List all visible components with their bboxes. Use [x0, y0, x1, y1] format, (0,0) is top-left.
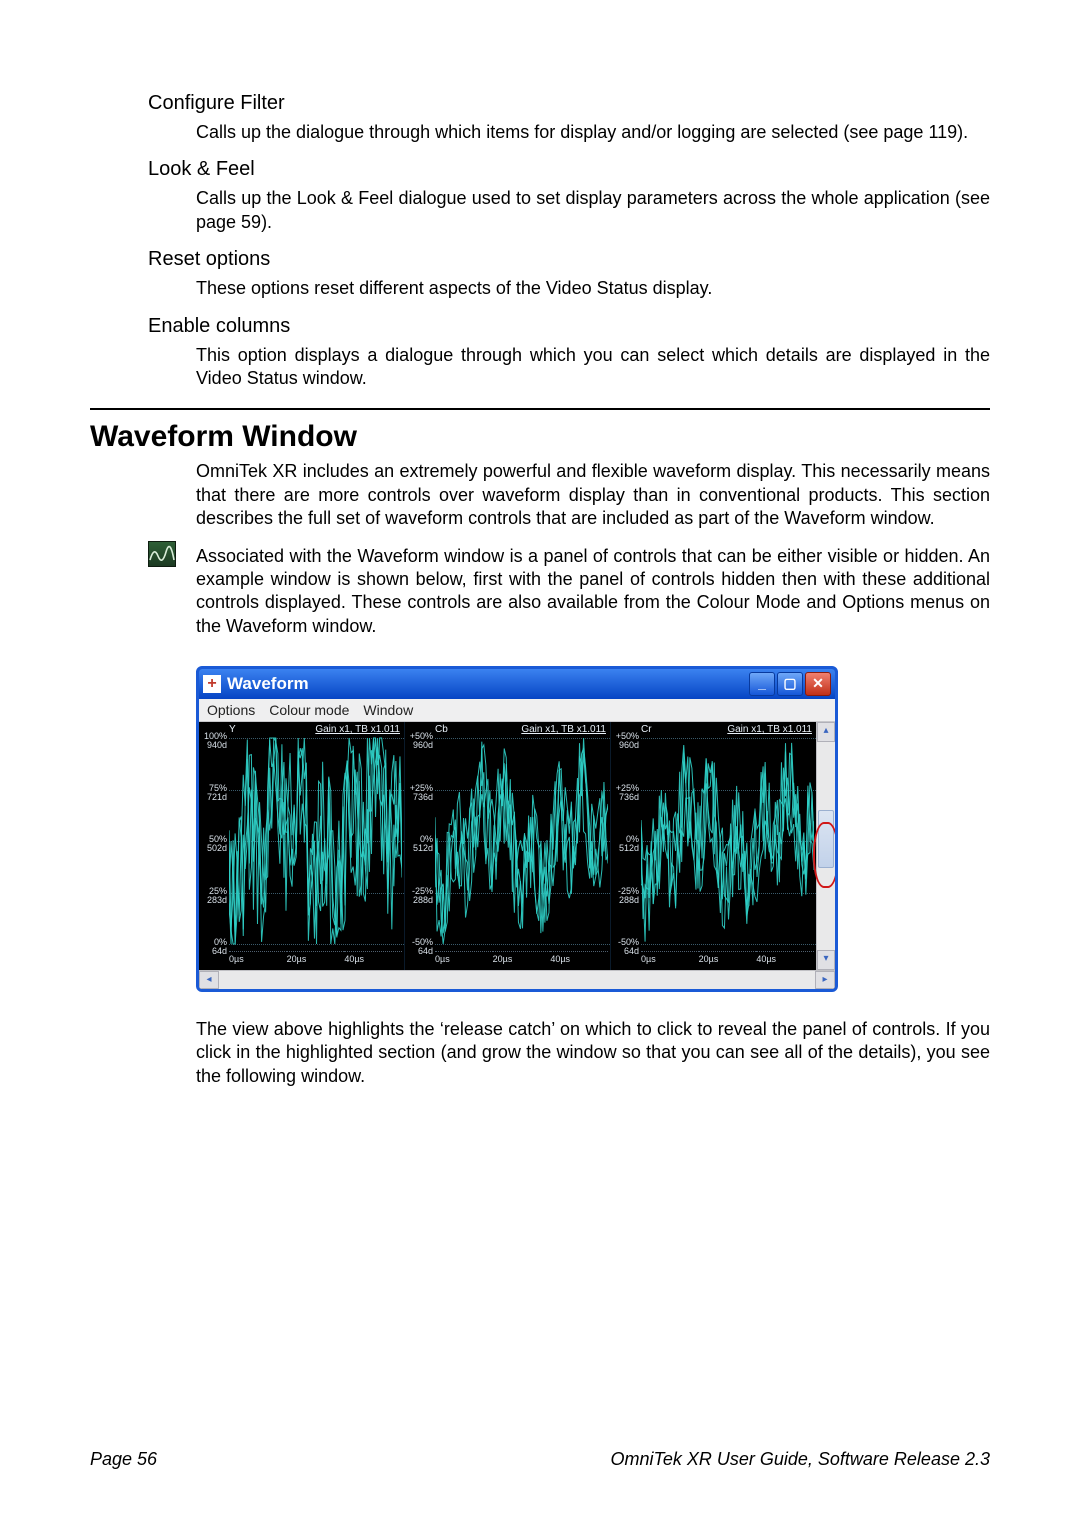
y-tick-label: +25%736d: [609, 784, 639, 802]
x-tick-label: 0µs: [641, 951, 699, 964]
plot-channel-label: Y: [229, 724, 236, 735]
waveform-plot-cr[interactable]: Cr Gain x1, TB x1.011 +50%960d +25%736d 0%51…: [611, 722, 816, 970]
waveform-para1: OmniTek XR includes an extremely powerfu…: [196, 460, 990, 530]
scroll-down-icon[interactable]: ▾: [817, 950, 835, 970]
vertical-scrollbar[interactable]: ▴ ▾: [816, 722, 835, 970]
section-divider: [90, 408, 990, 410]
y-tick-label: -50%64d: [403, 938, 433, 956]
horizontal-scrollbar[interactable]: ◂ ▸: [199, 970, 835, 989]
y-tick-label: 100%940d: [197, 732, 227, 750]
y-tick-label: 25%283d: [197, 887, 227, 905]
footer-page: Page 56: [90, 1449, 157, 1470]
x-tick-label: 0µs: [435, 951, 493, 964]
heading-configure-filter: Configure Filter: [148, 92, 990, 115]
y-tick-label: +50%960d: [609, 732, 639, 750]
y-tick-label: 0%512d: [609, 835, 639, 853]
y-tick-label: 75%721d: [197, 784, 227, 802]
scroll-left-icon[interactable]: ◂: [199, 971, 219, 989]
heading-look-feel: Look & Feel: [148, 158, 990, 181]
waveform-body: Y Gain x1, TB x1.011 100%940d 75%721d 50%502…: [199, 722, 835, 970]
waveform-plot-y[interactable]: Y Gain x1, TB x1.011 100%940d 75%721d 50%502…: [199, 722, 405, 970]
waveform-trace: [229, 722, 402, 970]
waveform-window: + Waveform _ ▢ ✕ Options Colour mode Win…: [196, 666, 838, 992]
plot-channel-label: Cb: [435, 724, 448, 735]
text-reset-options: These options reset different aspects of…: [196, 277, 990, 300]
x-tick-label: 20µs: [287, 951, 345, 964]
x-tick-label: 0µs: [229, 951, 287, 964]
waveform-trace: [435, 722, 608, 970]
scroll-up-icon[interactable]: ▴: [817, 722, 835, 742]
scroll-right-icon[interactable]: ▸: [815, 971, 835, 989]
app-icon: +: [203, 675, 221, 693]
x-tick-label: 40µs: [756, 951, 814, 964]
x-tick-label: 20µs: [699, 951, 757, 964]
x-tick-label: 20µs: [493, 951, 551, 964]
footer-guide: OmniTek XR User Guide, Software Release …: [610, 1449, 990, 1470]
plot-gain-label: Gain x1, TB x1.011: [315, 724, 400, 735]
window-title: Waveform: [227, 674, 309, 694]
waveform-plot-cb[interactable]: Cb Gain x1, TB x1.011 +50%960d +25%736d 0%51…: [405, 722, 611, 970]
heading-enable-columns: Enable columns: [148, 315, 990, 338]
waveform-icon: [148, 541, 176, 567]
menu-window[interactable]: Window: [363, 702, 413, 718]
y-tick-label: +50%960d: [403, 732, 433, 750]
x-tick-label: 40µs: [550, 951, 608, 964]
text-enable-columns: This option displays a dialogue through …: [196, 344, 990, 391]
x-tick-label: 40µs: [344, 951, 402, 964]
waveform-para2: Associated with the Waveform window is a…: [196, 545, 990, 639]
maximize-button[interactable]: ▢: [777, 672, 803, 696]
y-tick-label: -25%288d: [609, 887, 639, 905]
plot-gain-label: Gain x1, TB x1.011: [521, 724, 606, 735]
text-look-feel: Calls up the Look & Feel dialogue used t…: [196, 187, 990, 234]
y-tick-label: -25%288d: [403, 887, 433, 905]
waveform-para3: The view above highlights the ‘release c…: [196, 1018, 990, 1088]
waveform-trace: [641, 722, 814, 970]
y-tick-label: +25%736d: [403, 784, 433, 802]
y-tick-label: 50%502d: [197, 835, 227, 853]
plot-channel-label: Cr: [641, 724, 652, 735]
window-titlebar[interactable]: + Waveform _ ▢ ✕: [199, 669, 835, 699]
close-button[interactable]: ✕: [805, 672, 831, 696]
y-tick-label: -50%64d: [609, 938, 639, 956]
menu-colour-mode[interactable]: Colour mode: [269, 702, 349, 718]
text-configure-filter: Calls up the dialogue through which item…: [196, 121, 990, 144]
heading-reset-options: Reset options: [148, 248, 990, 271]
y-tick-label: 0%512d: [403, 835, 433, 853]
menu-options[interactable]: Options: [207, 702, 255, 718]
plot-gain-label: Gain x1, TB x1.011: [727, 724, 812, 735]
section-title-waveform: Waveform Window: [90, 420, 990, 454]
y-tick-label: 0%64d: [197, 938, 227, 956]
minimize-button[interactable]: _: [749, 672, 775, 696]
scroll-thumb[interactable]: [818, 810, 834, 868]
window-menubar: Options Colour mode Window: [199, 699, 835, 722]
